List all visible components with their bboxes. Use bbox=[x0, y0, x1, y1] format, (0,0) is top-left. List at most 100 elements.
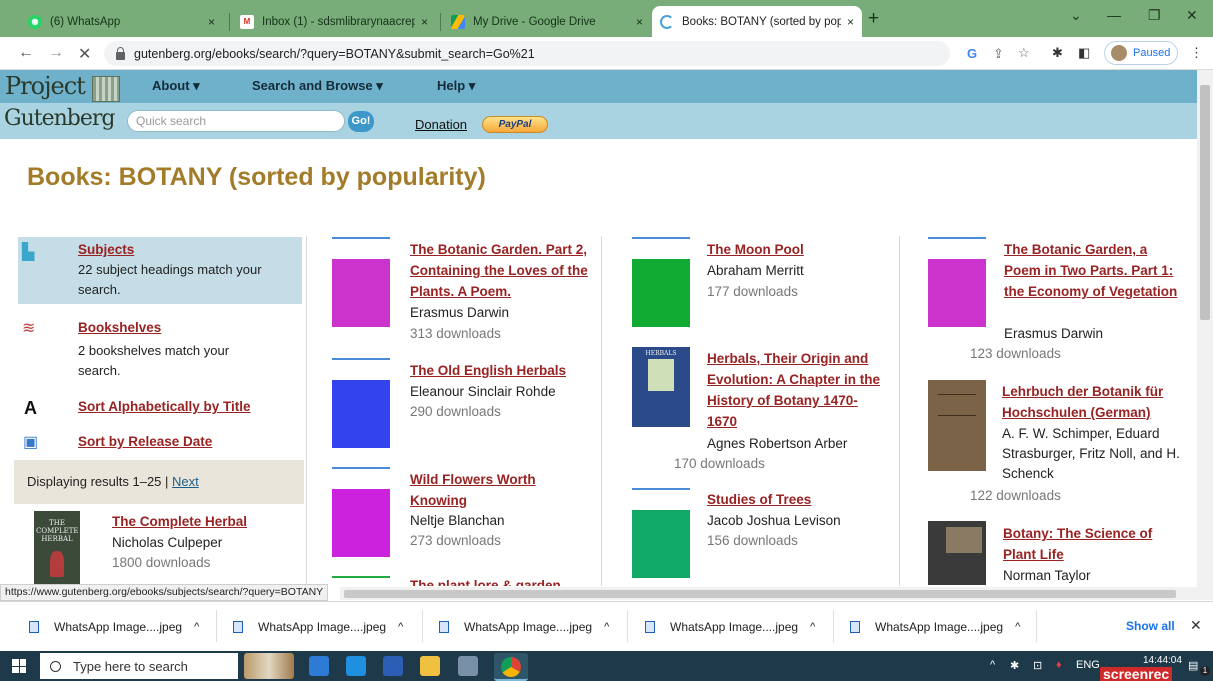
tray-app-icon[interactable]: ✱ bbox=[1010, 659, 1019, 672]
book-title-link[interactable]: The Old English Herbals bbox=[410, 360, 600, 381]
profile-button[interactable]: Paused bbox=[1104, 41, 1178, 65]
next-page-link[interactable]: Next bbox=[172, 474, 199, 489]
book-downloads: 290 downloads bbox=[410, 404, 501, 419]
book-title-link[interactable]: Botany: The Science of Plant Life bbox=[1003, 523, 1183, 565]
book-title-link[interactable]: Lehrbuch der Botanik für Hochschulen (Ge… bbox=[1002, 381, 1182, 423]
chrome-menu-icon[interactable]: ⋮ bbox=[1190, 45, 1203, 61]
paypal-button[interactable]: PayPal bbox=[482, 116, 548, 133]
logo-text-project[interactable]: Project bbox=[5, 72, 86, 100]
app-icon[interactable] bbox=[458, 656, 478, 676]
tab-close-icon[interactable]: × bbox=[636, 15, 643, 29]
download-item[interactable]: WhatsApp Image....jpeg ^ bbox=[850, 620, 1020, 634]
show-all-downloads-button[interactable]: Show all bbox=[1126, 619, 1175, 633]
book-cover[interactable] bbox=[928, 380, 986, 471]
close-window-button[interactable]: ✕ bbox=[1186, 7, 1198, 24]
tab-search-button[interactable]: ⌄ bbox=[1070, 7, 1082, 24]
address-bar[interactable]: gutenberg.org/ebooks/search/?query=BOTAN… bbox=[104, 41, 950, 66]
book-cover[interactable] bbox=[332, 237, 390, 327]
book-cover[interactable] bbox=[332, 358, 390, 448]
download-options-icon[interactable]: ^ bbox=[398, 621, 403, 633]
menu-help[interactable]: Help ▾ bbox=[437, 78, 475, 94]
download-item[interactable]: WhatsApp Image....jpeg ^ bbox=[29, 620, 199, 634]
tab-close-icon[interactable]: × bbox=[847, 15, 854, 29]
windows-start-icon[interactable] bbox=[12, 659, 26, 673]
task-view-icon[interactable] bbox=[309, 656, 329, 676]
book-title-link[interactable]: Herbals, Their Origin and Evolution: A C… bbox=[707, 348, 885, 432]
search-highlight-image[interactable] bbox=[244, 653, 294, 679]
book-cover[interactable]: HERBALS bbox=[632, 347, 690, 427]
side-panel-icon[interactable]: ◧ bbox=[1078, 45, 1090, 61]
download-divider bbox=[422, 610, 423, 642]
donation-link[interactable]: Donation bbox=[415, 117, 467, 132]
download-options-icon[interactable]: ^ bbox=[604, 621, 609, 633]
menu-about[interactable]: About ▾ bbox=[152, 78, 200, 94]
book-cover[interactable]: THE COMPLETE HERBAL bbox=[34, 511, 80, 585]
close-download-shelf-button[interactable]: ✕ bbox=[1190, 617, 1202, 634]
download-item[interactable]: WhatsApp Image....jpeg ^ bbox=[645, 620, 815, 634]
tab-gmail[interactable]: M Inbox (1) - sdsmlibrarynaacrepor × bbox=[232, 6, 436, 37]
book-title-link[interactable]: The Botanic Garden, a Poem in Two Parts.… bbox=[1004, 239, 1182, 302]
book-title-link[interactable]: The Moon Pool bbox=[707, 239, 804, 260]
restore-button[interactable]: ❐ bbox=[1148, 7, 1161, 24]
horizontal-scrollbar-thumb[interactable] bbox=[344, 590, 1176, 598]
cover-header bbox=[632, 488, 690, 510]
security-tray-icon[interactable]: ♦ bbox=[1056, 659, 1062, 671]
download-item[interactable]: WhatsApp Image....jpeg ^ bbox=[233, 620, 403, 634]
sort-by-release-date-link[interactable]: Sort by Release Date bbox=[78, 434, 212, 449]
sort-by-title-link[interactable]: Sort Alphabetically by Title bbox=[78, 399, 251, 414]
tab-whatsapp[interactable]: ◉ (6) WhatsApp × bbox=[20, 6, 223, 37]
google-lens-icon[interactable]: G bbox=[967, 46, 977, 61]
tab-close-icon[interactable]: × bbox=[208, 15, 215, 29]
mail-icon[interactable] bbox=[346, 656, 366, 676]
url-text: gutenberg.org/ebooks/search/?query=BOTAN… bbox=[134, 46, 535, 61]
book-cover[interactable] bbox=[928, 521, 986, 585]
new-tab-button[interactable]: + bbox=[868, 8, 879, 30]
subjects-link[interactable]: Subjects bbox=[78, 242, 134, 257]
image-file-icon bbox=[29, 621, 39, 633]
book-title-link[interactable]: Wild Flowers Worth Knowing bbox=[410, 469, 580, 511]
vertical-scrollbar-thumb[interactable] bbox=[1200, 85, 1210, 320]
language-indicator[interactable]: ENG bbox=[1076, 659, 1100, 671]
extensions-puzzle-icon[interactable]: ✱ bbox=[1052, 45, 1063, 61]
network-icon[interactable]: ⊡ bbox=[1033, 659, 1042, 672]
stop-loading-button[interactable]: ✕ bbox=[78, 44, 91, 64]
tab-google-drive[interactable]: My Drive - Google Drive × bbox=[443, 6, 651, 37]
download-options-icon[interactable]: ^ bbox=[1015, 621, 1020, 633]
minimize-button[interactable]: — bbox=[1107, 7, 1121, 23]
tab-gutenberg-active[interactable]: Books: BOTANY (sorted by popul × bbox=[652, 6, 862, 37]
book-title-link[interactable]: The plant lore & garden bbox=[410, 576, 561, 586]
download-item[interactable]: WhatsApp Image....jpeg ^ bbox=[439, 620, 609, 634]
calendar-icon: ▣ bbox=[23, 434, 39, 451]
bookmark-star-icon[interactable]: ☆ bbox=[1018, 45, 1030, 61]
chrome-taskbar-button[interactable] bbox=[494, 653, 528, 681]
forward-button[interactable]: → bbox=[48, 44, 64, 62]
back-button[interactable]: ← bbox=[18, 44, 34, 62]
logo-text-gutenberg[interactable]: Gutenberg bbox=[4, 106, 115, 131]
column-divider bbox=[306, 236, 307, 586]
menu-search-and-browse[interactable]: Search and Browse ▾ bbox=[252, 78, 383, 94]
word-icon[interactable] bbox=[383, 656, 403, 676]
subjects-icon: ▙ bbox=[22, 244, 35, 261]
tray-overflow-icon[interactable]: ^ bbox=[990, 659, 995, 671]
gutenberg-logo-image[interactable] bbox=[92, 76, 120, 102]
clock[interactable]: 14:44:04 bbox=[1143, 655, 1182, 666]
notification-center-icon[interactable]: ▤ bbox=[1188, 659, 1198, 672]
go-button[interactable]: Go! bbox=[348, 111, 374, 132]
tab-close-icon[interactable]: × bbox=[421, 15, 428, 29]
download-divider bbox=[1036, 610, 1037, 642]
book-title-link[interactable]: The Complete Herbal bbox=[112, 511, 247, 532]
quick-search-input[interactable]: Quick search bbox=[127, 110, 345, 132]
download-options-icon[interactable]: ^ bbox=[194, 621, 199, 633]
book-cover[interactable] bbox=[332, 467, 390, 557]
book-title-link[interactable]: The Botanic Garden. Part 2, Containing t… bbox=[410, 239, 590, 302]
book-title-link[interactable]: Studies of Trees bbox=[707, 489, 811, 510]
book-cover[interactable] bbox=[632, 237, 690, 327]
share-icon[interactable]: ⇪ bbox=[993, 46, 1004, 62]
bookshelves-icon: ≋ bbox=[22, 320, 36, 337]
download-options-icon[interactable]: ^ bbox=[810, 621, 815, 633]
file-explorer-icon[interactable] bbox=[420, 656, 440, 676]
bookshelves-link[interactable]: Bookshelves bbox=[78, 320, 161, 335]
book-cover[interactable] bbox=[928, 237, 986, 327]
taskbar-search-box[interactable]: Type here to search bbox=[40, 653, 238, 679]
book-cover[interactable] bbox=[632, 488, 690, 580]
